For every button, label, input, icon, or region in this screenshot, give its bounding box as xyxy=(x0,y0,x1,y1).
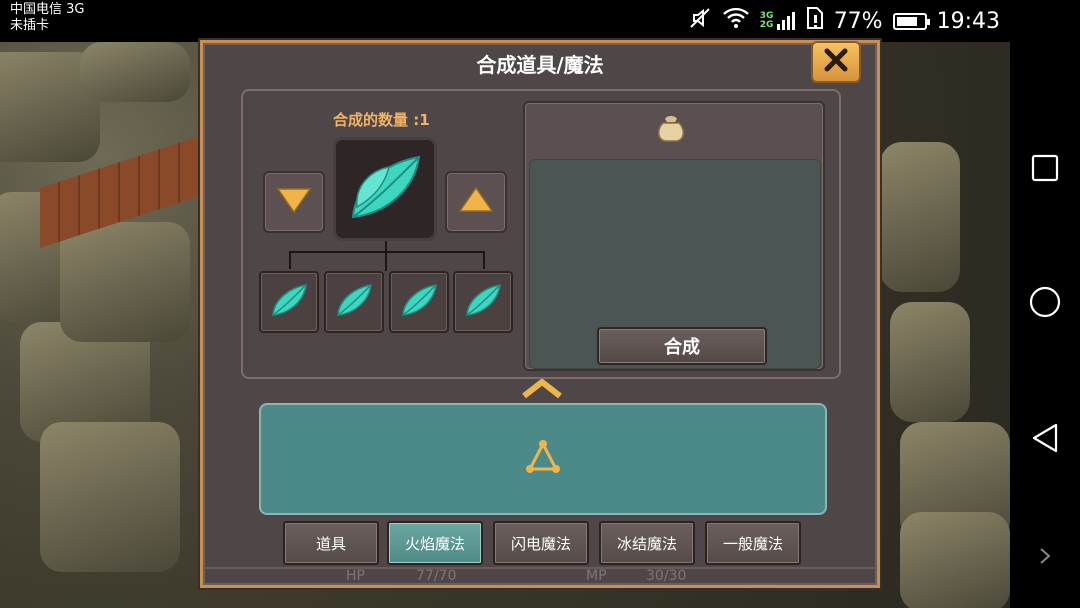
circle-nav-icon xyxy=(1029,286,1061,322)
status-icons: 3G 2G 77% 19:43 xyxy=(688,6,1000,36)
ingredient-slot[interactable] xyxy=(259,271,319,333)
carrier-info: 中国电信 3G 未插卡 xyxy=(10,2,84,34)
ingredient-slot[interactable] xyxy=(389,271,449,333)
rock xyxy=(80,42,190,102)
tab-general-magic[interactable]: 一般魔法 xyxy=(705,521,801,565)
increase-count-button[interactable] xyxy=(445,171,507,233)
decrease-count-button[interactable] xyxy=(263,171,325,233)
hud-overlay: HP 77/70 MP 30/30 xyxy=(200,568,880,588)
leaf-icon xyxy=(463,280,503,324)
mp-label: MP xyxy=(586,568,607,584)
clock: 19:43 xyxy=(936,8,1000,34)
close-button[interactable] xyxy=(811,41,861,83)
square-nav-icon xyxy=(1031,154,1059,186)
dialog-title: 合成道具/魔法 xyxy=(476,53,604,77)
recipe-list-area[interactable] xyxy=(259,403,827,515)
home-button[interactable] xyxy=(1010,284,1080,324)
compose-dialog: 合成道具/魔法 合成的数量 :1 合成 道具 火焰魔法 闪电魔法 冰结魔法 一般… xyxy=(200,40,880,588)
result-panel: 合成 xyxy=(523,101,825,371)
wifi-icon xyxy=(722,7,750,35)
back-nav-icon xyxy=(1030,422,1060,458)
tab-lightning-magic[interactable]: 闪电魔法 xyxy=(493,521,589,565)
signal-icon: 3G 2G xyxy=(760,10,796,32)
chevron-right-icon xyxy=(1038,547,1052,569)
tab-fire-magic[interactable]: 火焰魔法 xyxy=(387,521,483,565)
triangle-node-icon xyxy=(525,439,561,479)
tab-ice-magic[interactable]: 冰结魔法 xyxy=(599,521,695,565)
sim-status: 未插卡 xyxy=(10,18,50,33)
arrow-up-icon xyxy=(458,186,494,218)
rock xyxy=(880,142,960,292)
tab-items[interactable]: 道具 xyxy=(283,521,379,565)
leaf-icon xyxy=(334,280,374,324)
mute-icon xyxy=(688,6,712,36)
close-icon xyxy=(823,47,849,77)
rock xyxy=(900,512,1010,608)
expand-nav-button[interactable] xyxy=(1010,544,1080,572)
connector-line xyxy=(385,251,485,269)
navigation-bar xyxy=(1010,0,1080,608)
result-item-slot[interactable] xyxy=(333,137,437,241)
leaf-icon xyxy=(345,147,425,231)
battery-percent: 77% xyxy=(833,8,883,34)
bag-icon xyxy=(655,113,687,147)
hp-value: 77/70 xyxy=(416,568,457,584)
chevron-up-icon[interactable] xyxy=(521,377,563,403)
leaf-icon xyxy=(399,280,439,324)
battery-icon xyxy=(892,12,930,30)
arrow-down-icon xyxy=(276,186,312,218)
network-type-label: 3G 2G xyxy=(759,11,774,30)
carrier-name: 中国电信 3G xyxy=(10,2,85,17)
compose-count-label: 合成的数量 :1 xyxy=(333,111,430,129)
ingredient-slot[interactable] xyxy=(324,271,384,333)
ingredient-slot[interactable] xyxy=(453,271,513,333)
rock xyxy=(890,302,970,422)
rock xyxy=(60,222,190,342)
rock xyxy=(40,422,180,572)
mp-value: 30/30 xyxy=(646,568,687,584)
recent-apps-button[interactable] xyxy=(1010,150,1080,190)
compose-button[interactable]: 合成 xyxy=(597,327,767,365)
hp-label: HP xyxy=(346,568,365,584)
leaf-icon xyxy=(269,280,309,324)
back-button[interactable] xyxy=(1010,420,1080,460)
sim-icon xyxy=(806,6,824,36)
connector-line xyxy=(289,251,385,269)
status-bar: 中国电信 3G 未插卡 3G 2G 77% 19:43 xyxy=(0,0,1010,42)
